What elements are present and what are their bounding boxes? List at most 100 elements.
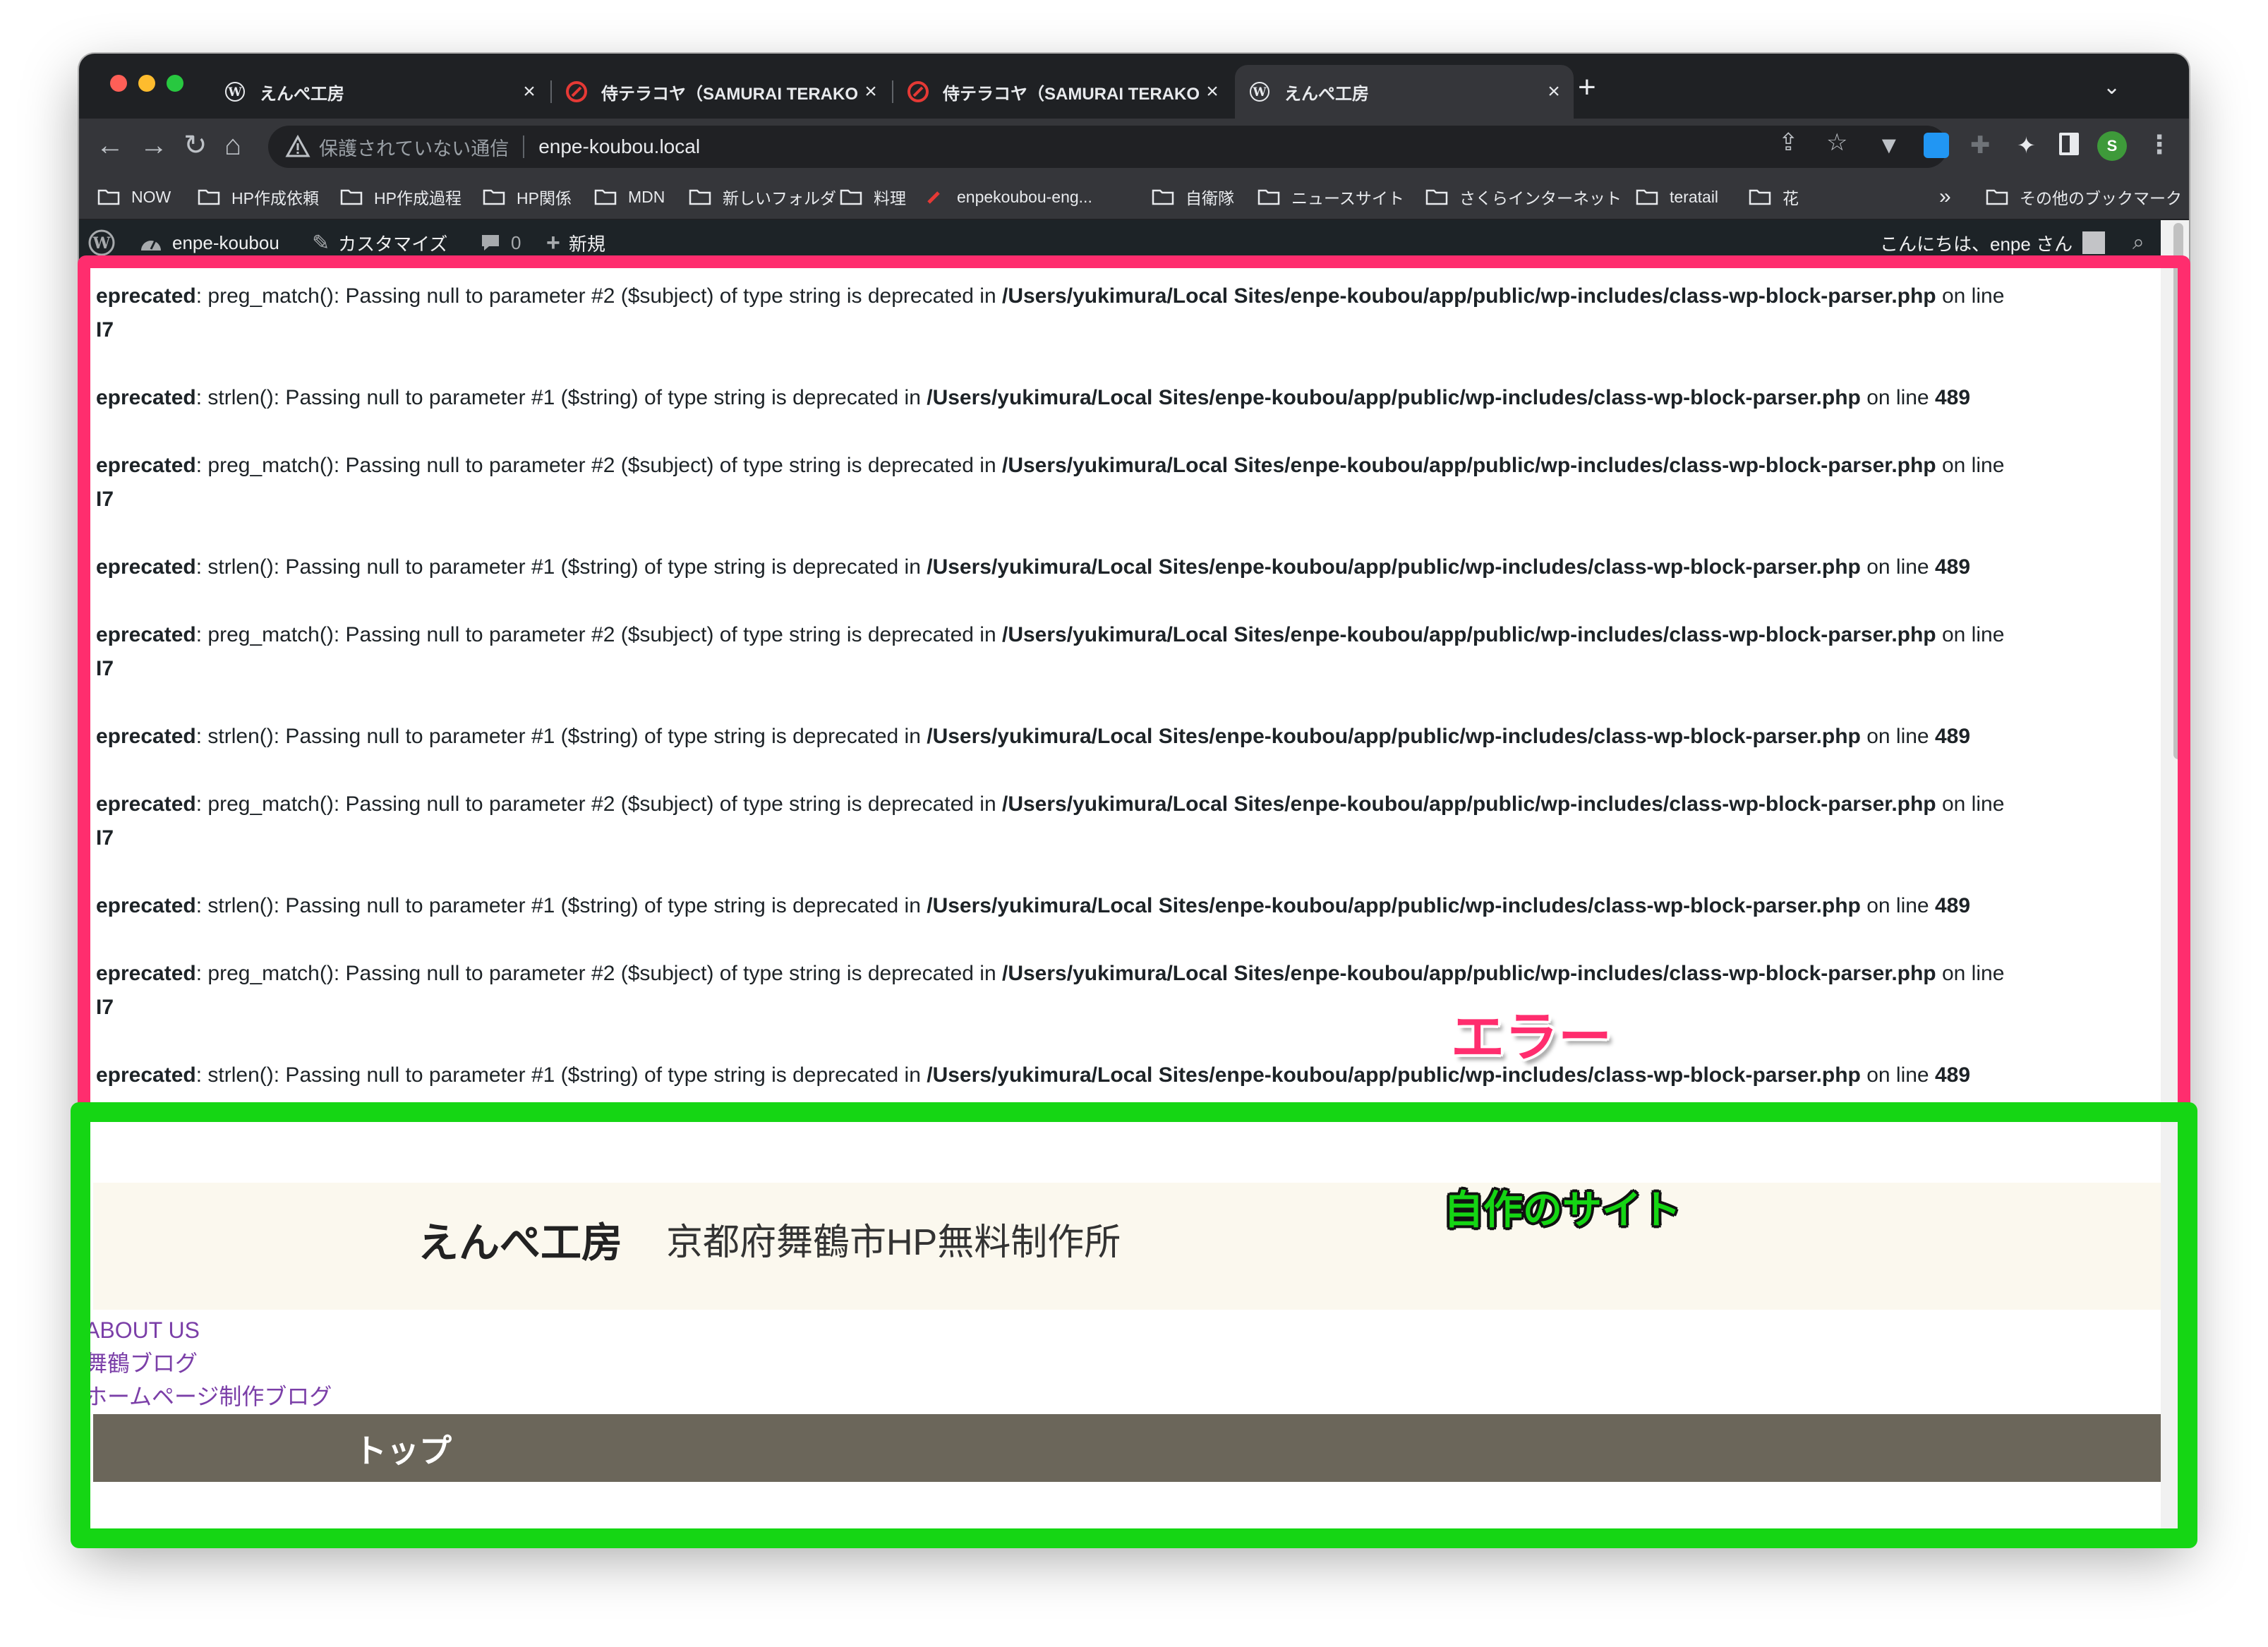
bookmark-folder[interactable]: ニュースサイト (1257, 175, 1404, 219)
extension-blue-icon[interactable] (1924, 133, 1949, 158)
bookmark-label: HP作成過程 (374, 189, 462, 207)
bookmark-folder[interactable]: 自衛隊 (1152, 175, 1234, 219)
bookmark-label: 料理 (874, 189, 906, 207)
bookmark-label: HP関係 (517, 189, 572, 207)
bookmark-folder[interactable]: HP作成過程 (340, 175, 462, 219)
tab-search-chevron-icon[interactable]: ⌄ (2103, 75, 2121, 99)
minimize-window-button[interactable] (138, 75, 155, 92)
bookmark-label: teratail (1670, 187, 1719, 206)
bookmark-star-icon[interactable]: ☆ (1826, 128, 1847, 157)
site-highlight-frame (71, 1102, 2197, 1548)
brush-icon: ✎ (312, 231, 330, 255)
bookmark-folder[interactable]: 新しいフォルダ (689, 175, 836, 219)
forward-arrow-icon[interactable]: → (140, 130, 168, 161)
wp-comments-count: 0 (511, 231, 521, 253)
bookmark-folder[interactable]: 料理 (840, 175, 906, 219)
plus-icon: + (546, 229, 560, 256)
wp-customize-label: カスタマイズ (338, 233, 448, 255)
new-tab-button[interactable]: + (1578, 72, 1596, 103)
wordpress-icon: W (225, 82, 245, 102)
samurai-icon (566, 81, 587, 102)
address-bar[interactable]: 保護されていない通信 enpe-koubou.local (268, 126, 1948, 168)
samurai-icon (907, 81, 929, 102)
bookmark-label: ニュースサイト (1291, 189, 1404, 207)
folder-icon (97, 189, 120, 205)
error-highlight-frame (78, 255, 2190, 1118)
bookmark-label: 自衛隊 (1186, 189, 1234, 207)
folder-icon (198, 189, 220, 205)
folder-icon (840, 189, 862, 205)
profile-avatar[interactable]: S (2097, 131, 2127, 161)
tab-title: えんぺ工房 (1284, 84, 1369, 104)
bookmark-folder[interactable]: teratail (1636, 175, 1718, 219)
bookmarks-bar: NOW HP作成依頼 HP作成過程 HP関係 MDN 新しいフォルダ 料理 en… (79, 175, 2189, 220)
folder-icon (340, 189, 363, 205)
bookmark-label: その他のブックマーク (2020, 189, 2182, 207)
folder-icon (483, 189, 505, 205)
home-icon[interactable]: ⌂ (224, 130, 241, 161)
tab-2[interactable]: 侍テラコヤ（SAMURAI TERAKOYA） × (552, 65, 891, 119)
warning-triangle-icon[interactable] (285, 134, 310, 159)
bookmark-label: 新しいフォルダ (723, 189, 836, 207)
bookmark-folder[interactable]: 花 (1749, 175, 1799, 219)
folder-icon (1257, 189, 1280, 205)
tab-1[interactable]: W えんぺ工房 × (210, 65, 549, 119)
side-panel-icon[interactable] (2059, 133, 2079, 155)
folder-icon (689, 189, 711, 205)
extensions-puzzle-icon[interactable]: ✦ (2017, 133, 2042, 158)
url-text[interactable]: enpe-koubou.local (538, 135, 700, 158)
bookmark-label: HP作成依頼 (231, 189, 319, 207)
bookmark-label: enpekoubou-eng... (957, 187, 1092, 206)
close-tab-icon[interactable]: × (517, 80, 542, 104)
back-arrow-icon[interactable]: ← (96, 130, 124, 161)
folder-icon (1986, 189, 2008, 205)
close-tab-icon[interactable]: × (858, 80, 883, 104)
other-bookmarks-folder[interactable]: その他のブックマーク (1986, 175, 2182, 219)
bookmark-folder[interactable]: HP関係 (483, 175, 572, 219)
vue-devtools-extension-icon[interactable]: ▼ (1877, 133, 1902, 158)
close-tab-icon[interactable]: × (1541, 80, 1567, 104)
bookmark-folder[interactable]: NOW (97, 175, 171, 219)
svg-text:W: W (227, 85, 242, 99)
folder-icon (1425, 189, 1448, 205)
svg-text:W: W (1252, 85, 1267, 99)
tab-3[interactable]: 侍テラコヤ（SAMURAI TERAKOYA） × (893, 65, 1232, 119)
bookmark-link[interactable]: enpekoubou-eng... (923, 175, 1092, 219)
zoom-window-button[interactable] (167, 75, 183, 92)
omnibox-separator (523, 135, 525, 158)
bookmark-label: さくらインターネット (1459, 189, 1622, 207)
folder-icon (1749, 189, 1771, 205)
comment-bubble-icon (482, 235, 499, 251)
dashboard-gauge-icon (141, 240, 161, 251)
close-tab-icon[interactable]: × (1200, 80, 1225, 104)
bookmark-folder[interactable]: HP作成依頼 (198, 175, 319, 219)
error-annotation-label: エラー (1451, 1008, 1612, 1068)
bookmark-label: NOW (131, 187, 171, 206)
wp-greeting: こんにちは、enpe さん (1880, 233, 2073, 255)
tab-title: えんぺ工房 (260, 84, 344, 104)
tab-title: 侍テラコヤ（SAMURAI TERAKOYA） (943, 84, 1200, 104)
pencil-favicon-icon (927, 191, 940, 204)
bookmark-label: 花 (1783, 189, 1799, 207)
bookmark-folder[interactable]: さくらインターネット (1425, 175, 1622, 219)
svg-text:W: W (92, 234, 111, 253)
close-window-button[interactable] (110, 75, 127, 92)
insecure-connection-text[interactable]: 保護されていない通信 (319, 133, 509, 161)
wordpress-logo-icon: W (88, 229, 115, 256)
reload-icon[interactable]: ↻ (183, 130, 207, 161)
tab-title: 侍テラコヤ（SAMURAI TERAKOYA） (601, 84, 858, 104)
folder-icon (1636, 189, 1658, 205)
user-avatar (2082, 231, 2106, 254)
folder-icon (594, 189, 617, 205)
tab-4-active[interactable]: W えんぺ工房 × (1235, 65, 1574, 119)
wp-new-label: 新規 (568, 233, 605, 255)
wordpress-icon: W (1250, 82, 1269, 102)
bookmark-label: MDN (628, 187, 665, 206)
tab-strip: W えんぺ工房 × 侍テラコヤ（SAMURAI TERAKOYA） × 侍テラコ… (79, 54, 2189, 119)
bookmark-folder[interactable]: MDN (594, 175, 665, 219)
bookmarks-overflow-button[interactable]: » (1939, 175, 1951, 219)
share-icon[interactable]: ⇪ (1778, 128, 1799, 157)
extension-crosshair-icon[interactable]: ✚ (1970, 133, 1996, 158)
browser-menu-icon[interactable]: ⋮ (2147, 130, 2172, 159)
wp-site-name: enpe-koubou (172, 231, 279, 253)
